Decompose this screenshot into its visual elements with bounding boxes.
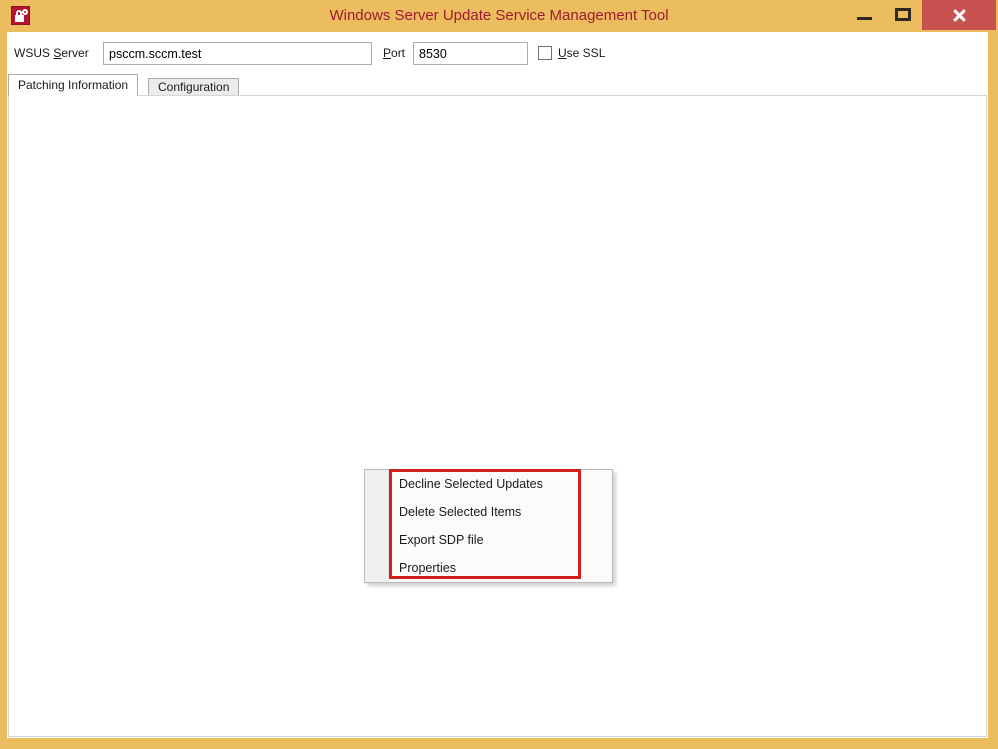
wsus-server-input[interactable]	[103, 42, 372, 65]
minimize-icon	[857, 17, 872, 20]
maximize-button[interactable]	[886, 0, 920, 30]
use-ssl-label: Use SSL	[558, 42, 605, 64]
maximize-icon	[895, 8, 911, 21]
annotation-highlight-rect	[389, 469, 581, 579]
wsus-server-label: WSUS Server	[14, 42, 89, 64]
app-window: Windows Server Update Service Management…	[0, 0, 998, 749]
port-label: Port	[383, 42, 405, 64]
title-bar: Windows Server Update Service Management…	[0, 0, 998, 32]
tab-configuration[interactable]: Configuration	[148, 78, 239, 96]
close-button[interactable]	[922, 0, 996, 30]
port-input[interactable]	[413, 42, 528, 65]
use-ssl-checkbox[interactable]	[538, 46, 552, 60]
minimize-button[interactable]	[848, 0, 882, 30]
window-content: WSUS Server Port Use SSL Patching Inform…	[7, 32, 988, 738]
tab-page	[8, 95, 987, 737]
tab-patching-information[interactable]: Patching Information	[8, 74, 138, 96]
